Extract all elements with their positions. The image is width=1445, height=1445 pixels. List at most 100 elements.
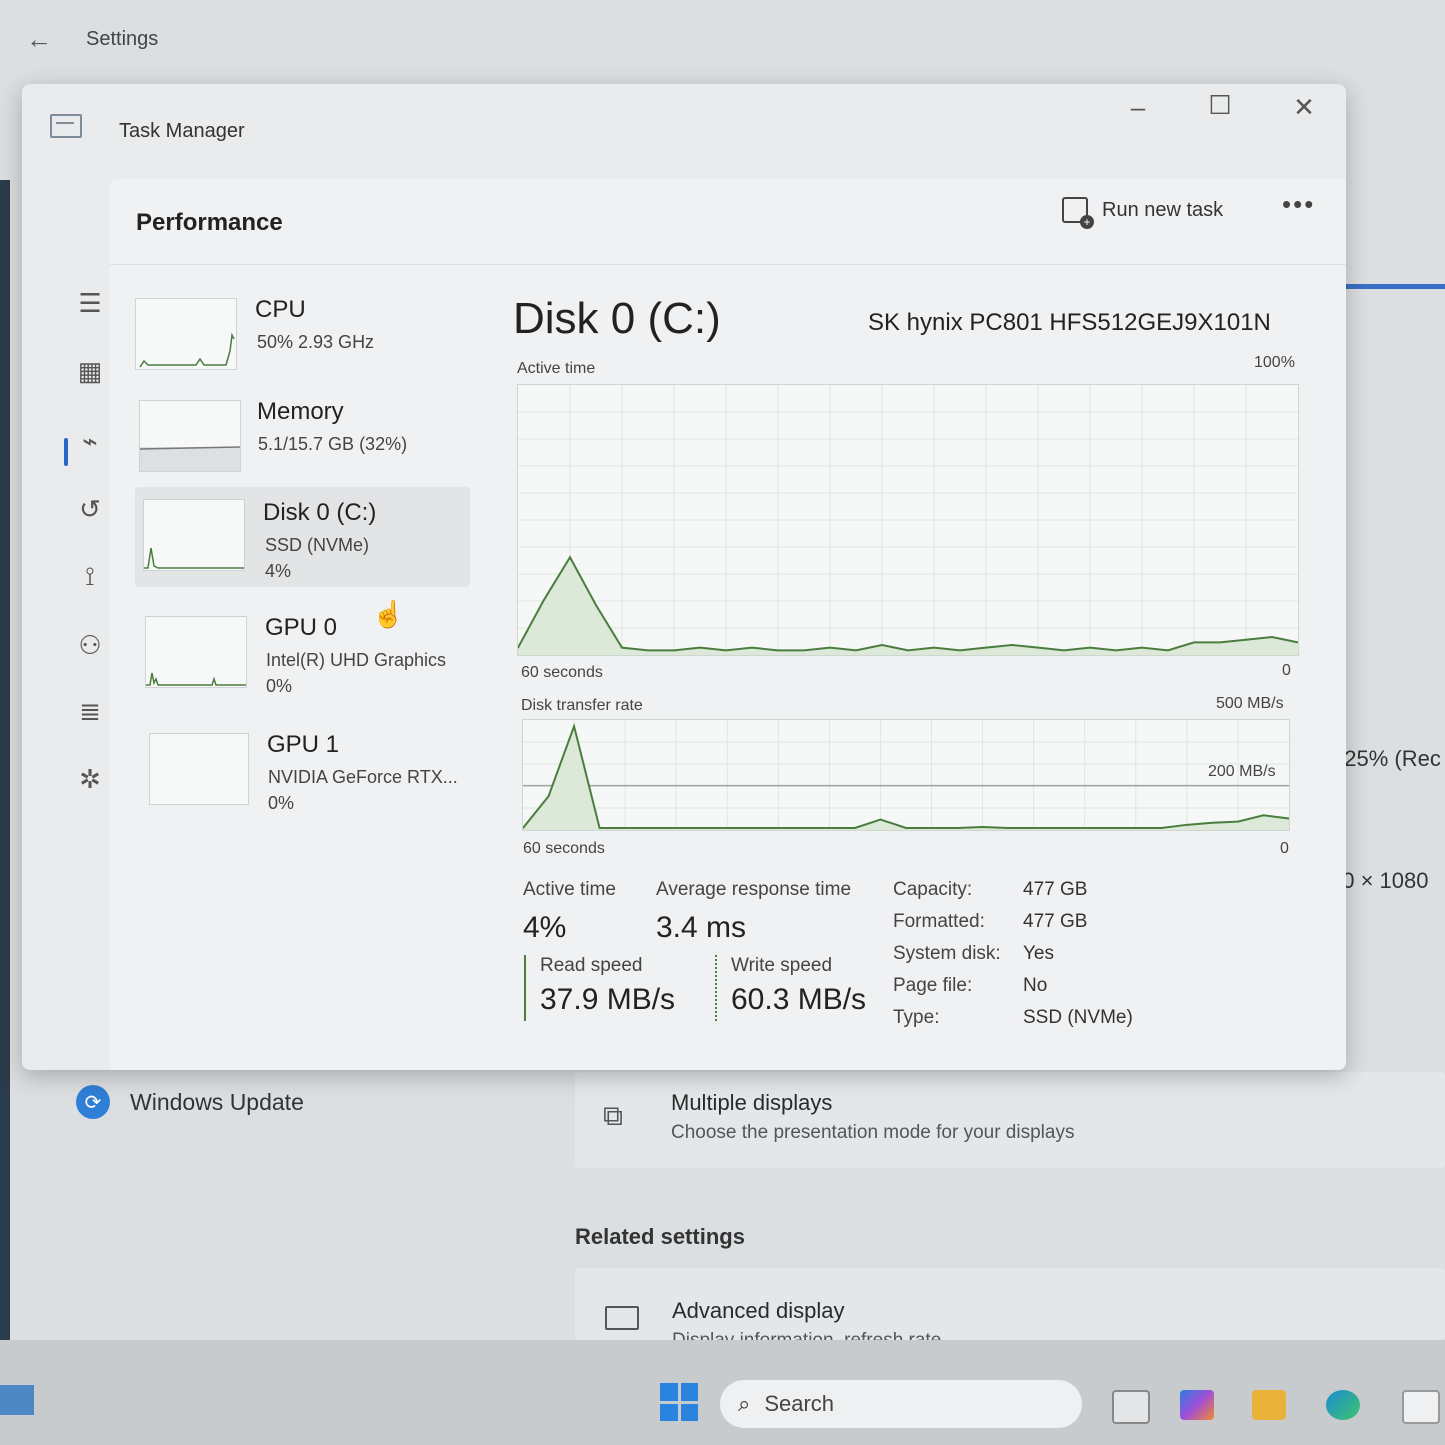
device-item-cpu[interactable]: CPU 50% 2.93 GHz	[135, 292, 470, 392]
copilot-icon[interactable]	[1180, 1390, 1214, 1420]
advanced-display-title: Advanced display	[672, 1298, 845, 1323]
advanced-display-subtitle: Display information, refresh rate	[672, 1330, 941, 1340]
transfer-graph-min: 0	[1280, 840, 1289, 857]
avg-response-value: 3.4 ms	[656, 911, 747, 944]
active-time-graph-label: Active time	[517, 360, 596, 377]
device-percent: 4%	[265, 561, 292, 581]
multiple-displays-subtitle: Choose the presentation mode for your di…	[671, 1122, 1075, 1143]
widgets-icon[interactable]	[0, 1385, 34, 1415]
active-time-point	[1089, 646, 1091, 649]
task-manager-app-icon	[50, 114, 82, 138]
advanced-display-card[interactable]: Advanced display Display information, re…	[575, 1268, 1445, 1340]
hand-cursor-icon: ☝	[372, 599, 405, 629]
start-button-icon[interactable]	[660, 1383, 698, 1421]
active-time-point	[1115, 649, 1117, 652]
transfer-rate-point	[1186, 824, 1188, 826]
device-item-gpu-1[interactable]: GPU 1 NVIDIA GeForce RTX... 0%	[135, 721, 470, 821]
device-item-disk-0[interactable]: Disk 0 (C:) SSD (NVMe) 4%	[135, 487, 470, 587]
read-speed-value: 37.9 MB/s	[540, 983, 676, 1016]
transfer-rate-point	[879, 818, 882, 821]
edge-browser-icon[interactable]	[1326, 1390, 1360, 1420]
windows-update-label: Windows Update	[130, 1088, 304, 1115]
transfer-rate-point	[752, 827, 754, 829]
transfer-rate-graph	[522, 719, 1290, 831]
active-time-stat-label: Active time	[523, 879, 616, 900]
active-time-point	[1011, 644, 1013, 646]
capacity-label: Capacity:	[893, 879, 973, 900]
run-task-icon	[1062, 197, 1094, 229]
transfer-rate-point	[956, 827, 958, 829]
run-new-task-button[interactable]: Run new task	[1062, 197, 1223, 229]
task-manager-window: Task Manager – ☐ ✕ ☰ ▦ ⌁ ↺ ⟟ ⚇ ≣ ✲ ⚙ Per…	[22, 84, 1346, 1070]
type-label: Type:	[893, 1007, 940, 1028]
active-time-point	[1193, 641, 1195, 644]
transfer-graph-mid: 200 MB/s	[1208, 763, 1276, 780]
transfer-rate-point	[598, 827, 601, 829]
transfer-rate-point	[1109, 827, 1112, 829]
displays-icon: ⧉	[603, 1100, 623, 1131]
device-item-gpu-0[interactable]: GPU 0 Intel(R) UHD Graphics 0%	[135, 604, 470, 704]
active-time-point	[985, 646, 987, 649]
taskbar-search[interactable]: ⌕ Search	[720, 1380, 1082, 1428]
device-sub: 50% 2.93 GHz	[257, 332, 375, 352]
device-percent: 0%	[266, 676, 293, 696]
write-speed-box: Write speed 60.3 MB/s	[715, 955, 866, 1021]
store-icon[interactable]	[1402, 1390, 1440, 1424]
maximize-icon[interactable]: ☐	[1200, 90, 1240, 121]
transfer-rate-point	[1160, 827, 1163, 829]
device-item-memory[interactable]: Memory 5.1/15.7 GB (32%)	[135, 394, 470, 494]
settings-titlebar: ← Settings	[0, 0, 1445, 80]
settings-title: Settings	[86, 28, 159, 50]
active-time-point	[543, 599, 545, 601]
active-time-point	[569, 556, 571, 559]
task-manager-titlebar[interactable]: Task Manager – ☐ ✕	[22, 84, 1346, 174]
active-time-graph	[517, 384, 1299, 656]
scale-value[interactable]: 125% (Rec	[1332, 746, 1441, 772]
write-speed-value: 60.3 MB/s	[731, 983, 867, 1016]
read-speed-label: Read speed	[540, 955, 643, 976]
disk-title: Disk 0 (C:)	[513, 294, 721, 343]
close-icon[interactable]: ✕	[1284, 92, 1324, 123]
device-percent: 0%	[268, 793, 295, 813]
active-time-point	[907, 649, 909, 652]
desktop-edge	[0, 180, 10, 1340]
cpu-thumbnail	[135, 298, 237, 370]
taskbar: ⌕ Search	[0, 1340, 1445, 1445]
transfer-graph-max: 500 MB/s	[1216, 695, 1284, 712]
transfer-rate-point	[828, 827, 831, 829]
gpu1-thumbnail	[149, 733, 249, 805]
active-time-graph-min: 0	[1282, 662, 1291, 679]
active-time-point	[1167, 649, 1169, 652]
back-arrow-icon[interactable]: ←	[26, 24, 52, 55]
device-name: GPU 1	[267, 731, 340, 758]
disk-model: SK hynix PC801 HFS512GEJ9X101N	[868, 309, 1271, 336]
multiple-displays-card[interactable]: ⧉ Multiple displays Choose the presentat…	[575, 1072, 1445, 1168]
nav-windows-update[interactable]: ⟳ Windows Update	[76, 1085, 304, 1119]
minimize-icon[interactable]: –	[1118, 92, 1158, 123]
write-speed-label: Write speed	[731, 955, 833, 976]
page-file-value: No	[1023, 975, 1048, 996]
transfer-rate-point	[1007, 827, 1009, 829]
active-time-chart	[518, 385, 1298, 655]
transfer-rate-point	[854, 827, 856, 829]
more-options-icon[interactable]: •••	[1282, 189, 1315, 220]
device-name: GPU 0	[265, 614, 338, 641]
system-disk-label: System disk:	[893, 943, 1001, 964]
task-view-icon[interactable]	[1112, 1390, 1150, 1424]
device-sub: SSD (NVMe)	[265, 535, 370, 555]
device-name: Disk 0 (C:)	[263, 499, 377, 526]
transfer-rate-point	[1262, 814, 1265, 817]
active-time-point	[595, 604, 597, 606]
slider-track	[1340, 284, 1445, 289]
file-explorer-icon[interactable]	[1252, 1390, 1286, 1420]
transfer-graph-label: Disk transfer rate	[521, 697, 643, 714]
header-divider	[110, 264, 1346, 265]
active-time-graph-max: 100%	[1254, 354, 1295, 371]
monitor-icon	[605, 1306, 639, 1330]
active-time-point	[777, 649, 779, 652]
active-time-point	[1245, 638, 1247, 641]
windows-update-icon: ⟳	[76, 1085, 110, 1119]
transfer-rate-point	[930, 827, 933, 829]
type-value: SSD (NVMe)	[1023, 1007, 1133, 1028]
active-time-point	[725, 649, 727, 652]
